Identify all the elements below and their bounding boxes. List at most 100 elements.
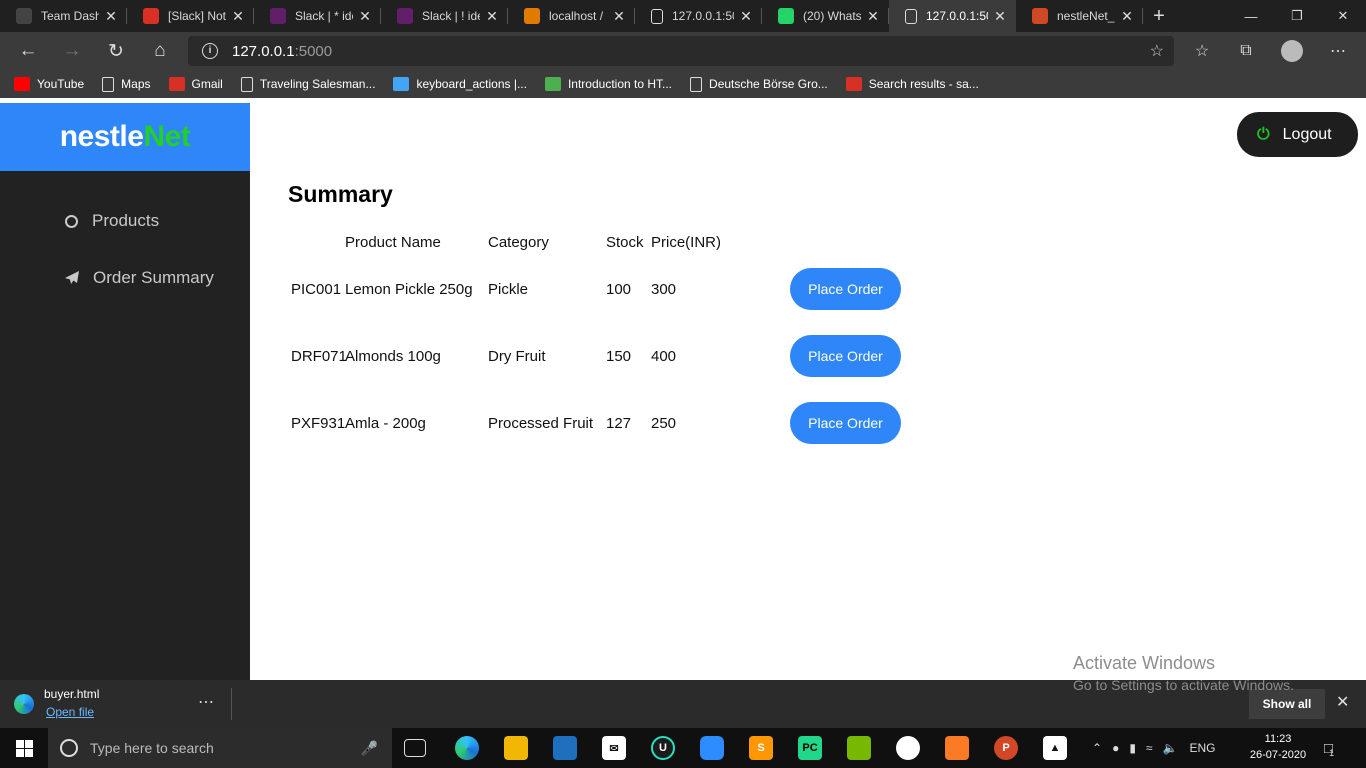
place-order-button[interactable]: Place Order xyxy=(790,335,901,377)
nvidia-icon[interactable] xyxy=(847,736,871,760)
bookmark-item[interactable]: Gmail xyxy=(168,77,223,91)
phpmyadmin-icon xyxy=(524,8,540,24)
pycharm-icon[interactable]: PC xyxy=(798,736,822,760)
xampp-icon[interactable] xyxy=(945,736,969,760)
browser-tab[interactable]: Slack | * ide ✕ xyxy=(254,0,381,32)
sidebar-item-products[interactable]: Products xyxy=(64,211,159,231)
bookmark-label: Introduction to HT... xyxy=(567,77,673,91)
close-tab-icon[interactable]: ✕ xyxy=(992,8,1008,25)
close-tab-icon[interactable]: ✕ xyxy=(484,8,500,25)
reload-icon[interactable]: ↻ xyxy=(100,32,132,70)
forward-icon[interactable]: → xyxy=(56,32,88,70)
close-tab-icon[interactable]: ✕ xyxy=(357,8,373,25)
bookmark-item[interactable]: Deutsche Börse Gro... xyxy=(690,76,828,92)
photos-icon[interactable]: ▲ xyxy=(1043,736,1067,760)
download-filename[interactable]: buyer.html xyxy=(44,687,99,701)
battery-icon[interactable]: ▮ xyxy=(1129,741,1136,755)
close-tab-icon[interactable]: ✕ xyxy=(611,8,627,25)
browser-tab[interactable]: nestleNet_ ✕ xyxy=(1016,0,1143,32)
task-view-icon[interactable] xyxy=(404,739,426,757)
browser-tab[interactable]: [Slack] Noti ✕ xyxy=(127,0,254,32)
volume-icon[interactable]: 🔈 xyxy=(1163,741,1178,755)
app-logo[interactable]: nestle Net xyxy=(0,103,250,171)
back-icon[interactable]: ← xyxy=(12,32,44,70)
bookmark-item[interactable]: Search results - sa... xyxy=(845,77,979,91)
browser-tab[interactable]: Slack | ! ide ✕ xyxy=(381,0,508,32)
activate-windows-subtitle: Go to Settings to activate Windows. xyxy=(1073,677,1294,693)
more-menu-icon[interactable]: ⋯ xyxy=(1322,32,1354,70)
minimize-button[interactable]: — xyxy=(1228,0,1274,32)
open-file-link[interactable]: Open file xyxy=(46,705,94,719)
browser-tab[interactable]: Team Dashb ✕ xyxy=(0,0,127,32)
upwork-icon[interactable]: U xyxy=(651,736,675,760)
place-order-button[interactable]: Place Order xyxy=(790,268,901,310)
column-header-category: Category xyxy=(488,234,549,251)
maximize-button[interactable]: ❐ xyxy=(1274,0,1320,32)
network-icon[interactable]: ● xyxy=(1112,741,1119,755)
page-title: Summary xyxy=(288,181,393,207)
microphone-icon[interactable]: 🎤 xyxy=(361,740,378,757)
slack-icon xyxy=(397,8,413,24)
app-page: nestle Net Products Order Summary ⏻ Logou… xyxy=(0,103,1366,680)
window-controls: — ❐ ✕ xyxy=(1228,0,1366,32)
powerpoint-icon xyxy=(1032,8,1048,24)
bookmark-item[interactable]: Maps xyxy=(102,76,151,92)
collections-icon[interactable]: ⧉ xyxy=(1230,32,1262,70)
logout-button[interactable]: ⏻ Logout xyxy=(1237,112,1358,157)
site-info-icon[interactable]: i xyxy=(202,43,218,59)
browser-tab[interactable]: localhost / ✕ xyxy=(508,0,635,32)
close-tab-icon[interactable]: ✕ xyxy=(1119,8,1135,25)
wifi-icon[interactable]: ≈ xyxy=(1146,741,1153,755)
close-tab-icon[interactable]: ✕ xyxy=(230,8,246,25)
clock-time: 11:23 xyxy=(1264,733,1292,745)
place-order-button[interactable]: Place Order xyxy=(790,402,901,444)
sublime-icon[interactable]: S xyxy=(749,736,773,760)
store-icon[interactable] xyxy=(553,736,577,760)
chevron-up-icon[interactable]: ⌃ xyxy=(1092,741,1102,755)
browser-tab[interactable]: (20) WhatsA ✕ xyxy=(762,0,889,32)
language-indicator[interactable]: ENG xyxy=(1189,741,1215,755)
bookmark-item[interactable]: keyboard_actions |... xyxy=(393,77,527,91)
mail-icon[interactable]: ✉ xyxy=(602,736,626,760)
bookmark-item[interactable]: Traveling Salesman... xyxy=(240,76,375,92)
table-cell-category: Processed Fruit xyxy=(488,415,594,432)
close-tab-icon[interactable]: ✕ xyxy=(738,8,754,25)
edge-file-icon xyxy=(14,694,34,714)
sidebar: nestle Net Products Order Summary xyxy=(0,103,250,680)
taskbar-search-placeholder: Type here to search xyxy=(90,740,214,756)
bookmark-item[interactable]: Introduction to HT... xyxy=(544,77,673,91)
zoom-icon[interactable] xyxy=(700,736,724,760)
w3-icon xyxy=(544,77,561,91)
close-tab-icon[interactable]: ✕ xyxy=(865,8,881,25)
clock[interactable]: 11:23 26-07-2020 xyxy=(1248,731,1308,763)
address-bar[interactable]: i 127.0.0.1:5000 ☆ xyxy=(188,36,1174,66)
new-tab-button[interactable]: + xyxy=(1143,0,1175,32)
page-icon xyxy=(240,76,253,92)
windows-start-icon[interactable] xyxy=(0,728,48,768)
favorites-icon[interactable]: ☆ xyxy=(1186,32,1218,70)
close-tab-icon[interactable]: ✕ xyxy=(103,8,119,25)
tab-title: nestleNet_ xyxy=(1057,9,1115,23)
profile-avatar[interactable] xyxy=(1276,32,1308,70)
table-cell-price: 400 xyxy=(651,348,677,365)
close-download-bar-icon[interactable]: ✕ xyxy=(1336,692,1349,712)
table-cell-id: PXF931 xyxy=(291,415,346,432)
notification-icon[interactable]: □ 1 xyxy=(1324,728,1334,768)
browser-tab[interactable]: 127.0.0.1:50 ✕ xyxy=(635,0,762,32)
bookmark-star-icon[interactable]: ☆ xyxy=(1150,41,1164,61)
sidebar-item-order-summary[interactable]: Order Summary xyxy=(64,268,214,288)
edge-taskbar-icon[interactable] xyxy=(455,736,479,760)
power-icon: ⏻ xyxy=(1257,125,1270,143)
file-explorer-icon[interactable] xyxy=(504,736,528,760)
taskbar-search-input[interactable]: Type here to search 🎤 xyxy=(48,728,392,768)
bookmark-item[interactable]: YouTube xyxy=(14,77,84,91)
show-all-button[interactable]: Show all xyxy=(1249,689,1325,719)
download-more-icon[interactable]: ⋯ xyxy=(198,692,214,712)
circle-icon xyxy=(64,214,78,228)
browser-tab[interactable]: 127.0.0.1:50 ✕ xyxy=(889,0,1016,32)
close-window-button[interactable]: ✕ xyxy=(1320,0,1366,32)
slack-icon[interactable] xyxy=(896,736,920,760)
powerpoint-icon[interactable]: P xyxy=(994,736,1018,760)
youtube-icon xyxy=(14,77,30,91)
home-icon[interactable]: ⌂ xyxy=(144,32,176,70)
